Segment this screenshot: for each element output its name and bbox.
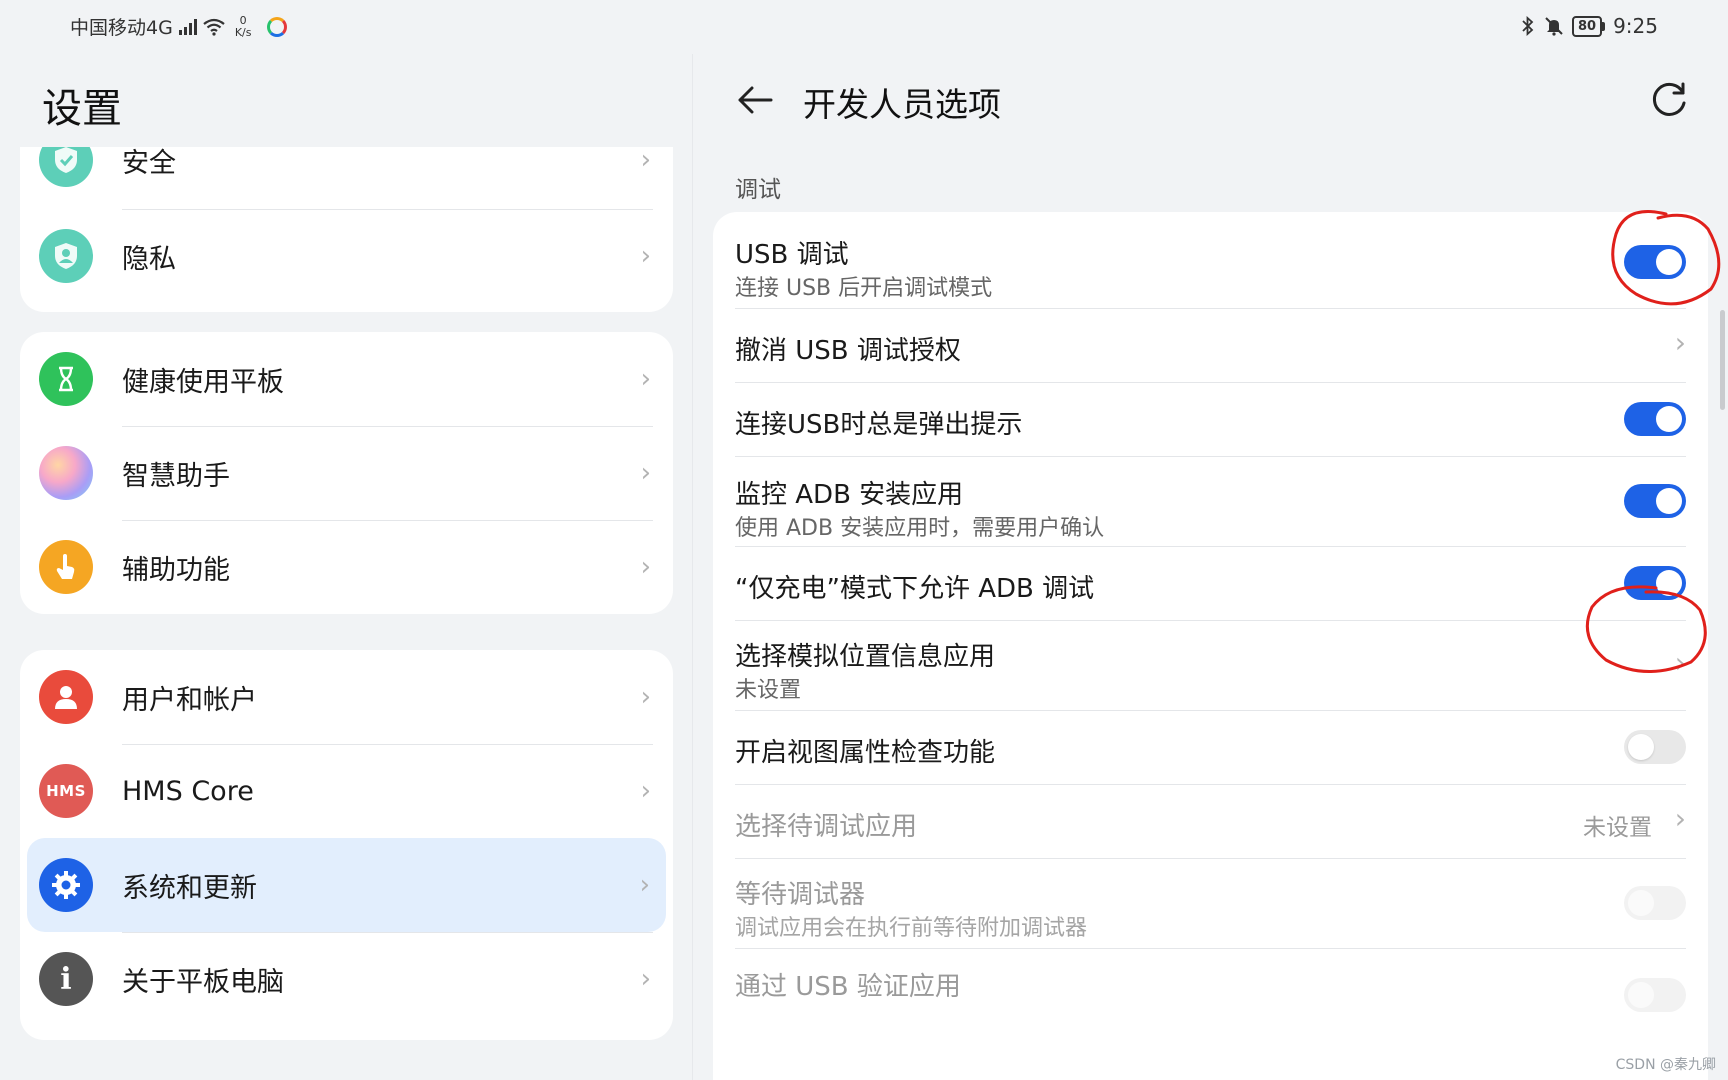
- developer-options-pane: 开发人员选项 调试 USB 调试 连接 USB 后开启调试模式 撤消 USB 调…: [693, 54, 1728, 1080]
- row-verify-apps-usb[interactable]: 通过 USB 验证应用: [713, 948, 1708, 1022]
- settings-item-accessibility[interactable]: 辅助功能 ›: [20, 520, 673, 614]
- privacy-shield-icon: [39, 229, 93, 283]
- row-wait-for-debugger[interactable]: 等待调试器 调试应用会在执行前等待附加调试器: [713, 858, 1708, 948]
- signal-icon: [178, 18, 197, 35]
- settings-item-label: 智慧助手: [122, 460, 230, 492]
- row-title: 连接USB时总是弹出提示: [735, 410, 1023, 440]
- settings-item-privacy[interactable]: 隐私 ›: [20, 209, 673, 303]
- row-title: 通过 USB 验证应用: [735, 972, 961, 1002]
- row-view-attribute-inspection[interactable]: 开启视图属性检查功能: [713, 710, 1708, 784]
- battery-level: 80: [1571, 15, 1603, 37]
- row-select-debug-app[interactable]: 选择待调试应用 未设置 ›: [713, 784, 1708, 858]
- row-title: 选择待调试应用: [735, 812, 918, 842]
- row-subtitle: 调试应用会在执行前等待附加调试器: [735, 916, 1088, 941]
- row-usb-prompt[interactable]: 连接USB时总是弹出提示: [713, 382, 1708, 456]
- info-icon: i: [39, 952, 93, 1006]
- app-ring-icon: [267, 16, 288, 37]
- reset-icon[interactable]: [1650, 79, 1690, 119]
- back-arrow-icon[interactable]: [735, 80, 775, 120]
- clock: 9:25: [1613, 14, 1658, 38]
- hourglass-icon: [39, 352, 93, 406]
- settings-item-about-tablet[interactable]: i 关于平板电脑 ›: [20, 932, 673, 1026]
- battery-icon: 80: [1571, 15, 1606, 37]
- row-title: 等待调试器: [735, 880, 866, 910]
- page-title: 开发人员选项: [803, 85, 1001, 124]
- wifi-icon: [203, 18, 225, 36]
- developer-options-list: USB 调试 连接 USB 后开启调试模式 撤消 USB 调试授权 › 连接US…: [713, 212, 1708, 1080]
- settings-item-assistant[interactable]: 智慧助手 ›: [20, 426, 673, 520]
- row-subtitle: 未设置: [735, 678, 802, 703]
- settings-item-label: 用户和帐户: [122, 684, 257, 716]
- annotation-circle-usb-debugging: [1611, 210, 1721, 306]
- watermark: CSDN @秦九卿: [1615, 1057, 1716, 1073]
- settings-group-system: 用户和帐户 › HMS HMS Core › 系统和更新 › i 关于平板电脑 …: [20, 650, 673, 1040]
- status-bar: 中国移动4G 0 K/s 80 9:25: [0, 0, 1728, 54]
- status-right: 80 9:25: [1520, 14, 1658, 38]
- chevron-right-icon: ›: [640, 552, 651, 582]
- settings-item-label: 系统和更新: [122, 872, 257, 904]
- hand-icon: [39, 540, 93, 594]
- usb-prompt-toggle[interactable]: [1624, 402, 1686, 436]
- chevron-right-icon: ›: [640, 458, 651, 488]
- settings-item-system-update[interactable]: 系统和更新 ›: [27, 838, 666, 932]
- row-title: 选择模拟位置信息应用: [735, 642, 996, 672]
- bluetooth-icon: [1522, 16, 1534, 36]
- row-value: 未设置: [1583, 815, 1652, 841]
- speed-unit: K/s: [234, 25, 252, 39]
- settings-item-label: 隐私: [122, 243, 176, 275]
- section-header-debugging: 调试: [735, 177, 781, 203]
- chevron-right-icon: ›: [640, 241, 651, 271]
- user-icon: [39, 670, 93, 724]
- speed-value: 0: [239, 13, 247, 27]
- chevron-right-icon: ›: [640, 364, 651, 394]
- settings-item-accounts[interactable]: 用户和帐户 ›: [20, 650, 673, 744]
- row-title: 开启视图属性检查功能: [735, 738, 996, 768]
- row-title: USB 调试: [735, 240, 849, 270]
- settings-item-label: 关于平板电脑: [122, 966, 284, 998]
- gear-icon: [39, 858, 93, 912]
- mute-bell-icon: [1545, 17, 1563, 36]
- settings-group-wellbeing: 健康使用平板 › 智慧助手 › 辅助功能 ›: [20, 332, 673, 614]
- verify-apps-toggle[interactable]: [1624, 978, 1686, 1012]
- chevron-right-icon: ›: [1674, 326, 1686, 359]
- settings-item-security[interactable]: 安全 ›: [20, 147, 673, 207]
- settings-title: 设置: [42, 86, 122, 132]
- row-mock-location-app[interactable]: 选择模拟位置信息应用 未设置 ›: [713, 620, 1708, 710]
- chevron-right-icon: ›: [639, 870, 650, 900]
- settings-pane: 设置 安全 › 隐私 › 健康使用平板 › 智慧助手 › 辅助功能 › 用户和帐…: [0, 54, 693, 1080]
- assistant-orb-icon: [39, 446, 93, 500]
- row-usb-debugging[interactable]: USB 调试 连接 USB 后开启调试模式: [713, 212, 1708, 308]
- settings-item-hms-core[interactable]: HMS HMS Core ›: [20, 744, 673, 838]
- settings-group-security: 安全 › 隐私 ›: [20, 147, 673, 312]
- hms-icon: HMS: [39, 764, 93, 818]
- row-subtitle: 连接 USB 后开启调试模式: [735, 276, 993, 301]
- row-title: 监控 ADB 安装应用: [735, 480, 964, 510]
- row-title: 撤消 USB 调试授权: [735, 336, 961, 366]
- scrollbar[interactable]: [1720, 310, 1725, 410]
- chevron-right-icon: ›: [1674, 802, 1686, 835]
- chevron-right-icon: ›: [640, 147, 651, 175]
- chevron-right-icon: ›: [640, 964, 651, 994]
- annotation-circle-charge-only-adb: [1585, 585, 1707, 673]
- wait-debugger-toggle[interactable]: [1624, 886, 1686, 920]
- settings-item-label: 安全: [122, 147, 176, 179]
- row-revoke-usb-auth[interactable]: 撤消 USB 调试授权 ›: [713, 308, 1708, 382]
- row-monitor-adb-install[interactable]: 监控 ADB 安装应用 使用 ADB 安装应用时，需要用户确认: [713, 456, 1708, 546]
- status-left: 中国移动4G 0 K/s: [70, 13, 288, 40]
- settings-item-label: 健康使用平板: [122, 366, 284, 398]
- shield-check-icon: [39, 147, 93, 187]
- view-inspection-toggle[interactable]: [1624, 730, 1686, 764]
- row-title: “仅充电”模式下允许 ADB 调试: [735, 574, 1095, 604]
- row-charge-only-adb[interactable]: “仅充电”模式下允许 ADB 调试: [713, 546, 1708, 620]
- network-speed: 0 K/s: [234, 13, 252, 39]
- settings-item-label: HMS Core: [122, 775, 254, 807]
- chevron-right-icon: ›: [640, 682, 651, 712]
- row-subtitle: 使用 ADB 安装应用时，需要用户确认: [735, 516, 1105, 541]
- chevron-right-icon: ›: [640, 776, 651, 806]
- settings-item-digital-balance[interactable]: 健康使用平板 ›: [20, 332, 673, 426]
- settings-item-label: 辅助功能: [122, 554, 230, 586]
- carrier-label: 中国移动4G: [70, 17, 173, 39]
- monitor-adb-toggle[interactable]: [1624, 484, 1686, 518]
